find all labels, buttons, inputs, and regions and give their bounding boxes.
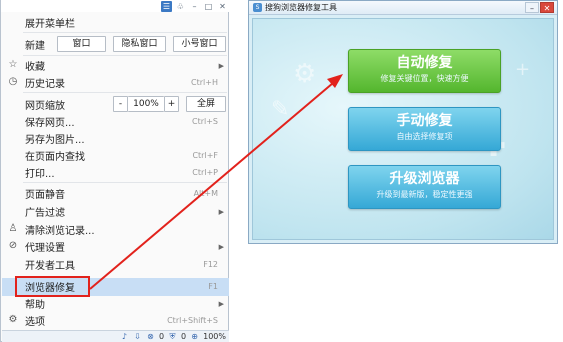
manual-repair-title: 手动修复: [396, 113, 453, 129]
clear-history-label: 清除浏览记录...: [25, 226, 95, 237]
new-label: 新建: [25, 40, 45, 52]
statusbar-zoom: 100%: [203, 332, 226, 341]
auto-repair-button[interactable]: 自动修复 修复关键位置，快速方便: [348, 49, 501, 93]
menu-item-print[interactable]: 打印... Ctrl+P: [1, 164, 230, 181]
shield-icon[interactable]: ⛨: [168, 332, 177, 341]
menu-item-find[interactable]: 在页面内查找 Ctrl+F: [1, 147, 230, 164]
menu-item-expand-menubar[interactable]: 展开菜单栏: [1, 14, 230, 31]
blocked-count: 0: [158, 332, 165, 341]
gear-icon: ⚙: [293, 59, 317, 89]
expand-menubar-label: 展开菜单栏: [25, 19, 75, 30]
star-icon: ☆: [8, 59, 18, 70]
submenu-arrow-icon: ▶: [218, 299, 224, 308]
menu-item-history[interactable]: ◷ 历史记录 Ctrl+H: [1, 74, 230, 91]
manual-repair-subtitle: 自由选择修复项: [396, 132, 453, 141]
options-label: 选项: [25, 317, 45, 328]
menu-item-mute[interactable]: 页面静音 Alt+M: [1, 185, 230, 202]
print-label: 打印...: [25, 169, 55, 180]
menu-divider: [23, 182, 227, 183]
help-label: 帮助: [25, 300, 45, 311]
maximize-icon[interactable]: □: [203, 1, 214, 12]
zoom-label: 网页缩放: [25, 100, 65, 112]
repair-tool-body: ⚙ ✎ ✚ + 自动修复 修复关键位置，快速方便 手动修复 自由选择修复项 升级…: [252, 18, 554, 240]
menu-item-options[interactable]: ⚙ 选项 Ctrl+Shift+S: [1, 312, 230, 329]
mute-shortcut: Alt+M: [193, 189, 218, 198]
zoom-out-button[interactable]: -: [113, 96, 128, 112]
menu-divider: [23, 92, 227, 93]
menu-topbar: ☰ ♧ – □ ✕: [1, 0, 230, 12]
skin-icon[interactable]: ♧: [175, 1, 186, 12]
zoom-value: 100%: [128, 96, 164, 112]
submenu-arrow-icon: ▶: [218, 61, 224, 70]
dev-tools-label: 开发者工具: [25, 261, 75, 272]
repair-tool-titlebar: S 搜狗浏览器修复工具 – ✕: [249, 1, 557, 15]
repair-tool-window: S 搜狗浏览器修复工具 – ✕ ⚙ ✎ ✚ + 自动修复 修复关键位置，快速方便…: [248, 0, 558, 244]
repair-tool-title: 搜狗浏览器修复工具: [265, 3, 337, 12]
options-shortcut: Ctrl+Shift+S: [167, 316, 218, 325]
ad-filter-label: 广告过滤: [25, 208, 65, 219]
zoom-in-button[interactable]: +: [164, 96, 179, 112]
print-shortcut: Ctrl+P: [192, 168, 218, 177]
mute-label: 页面静音: [25, 190, 65, 201]
zoom-icon[interactable]: ⊕: [190, 332, 199, 341]
ad-block-icon[interactable]: ⊗: [146, 332, 155, 341]
menu-divider: [23, 55, 227, 56]
auto-repair-subtitle: 修复关键位置，快速方便: [380, 74, 469, 83]
menu-item-save-as-image[interactable]: 另存为图片...: [1, 130, 230, 147]
app-icon: S: [253, 3, 262, 12]
broom-icon: ♙: [8, 223, 18, 234]
menu-divider: [23, 32, 227, 33]
history-label: 历史记录: [25, 79, 65, 90]
new-window-button[interactable]: 窗口: [57, 36, 106, 52]
menu-item-ad-filter[interactable]: 广告过滤 ▶: [1, 203, 230, 220]
save-page-shortcut: Ctrl+S: [191, 117, 218, 126]
menu-item-dev-tools[interactable]: 开发者工具 F12: [1, 256, 230, 273]
minimize-icon[interactable]: –: [189, 1, 200, 12]
dev-tools-shortcut: F12: [203, 260, 218, 269]
upgrade-title: 升级浏览器: [389, 171, 460, 187]
upgrade-subtitle: 升级到最新版，稳定性更强: [376, 190, 473, 199]
upgrade-browser-button[interactable]: 升级浏览器 升级到最新版，稳定性更强: [348, 165, 501, 209]
submenu-arrow-icon: ▶: [218, 242, 224, 251]
minimize-icon[interactable]: –: [525, 2, 539, 13]
link-icon: ⊘: [8, 240, 18, 251]
incognito-window-button[interactable]: 隐私窗口: [113, 36, 166, 52]
small-window-button[interactable]: 小号窗口: [173, 36, 226, 52]
clock-icon: ◷: [8, 76, 18, 87]
manual-repair-button[interactable]: 手动修复 自由选择修复项: [348, 107, 501, 151]
history-shortcut: Ctrl+H: [191, 78, 218, 87]
auto-repair-title: 自动修复: [396, 55, 453, 71]
wrench-icon: ✎: [271, 97, 290, 122]
speaker-icon[interactable]: ♪: [120, 332, 129, 341]
plus-icon: +: [515, 59, 531, 80]
fullscreen-button[interactable]: 全屏: [186, 96, 226, 112]
save-as-image-label: 另存为图片...: [25, 135, 85, 146]
menu-item-proxy[interactable]: ⊘ 代理设置 ▶: [1, 238, 230, 255]
find-label: 在页面内查找: [25, 152, 85, 163]
close-icon[interactable]: ✕: [217, 1, 228, 12]
favorites-label: 收藏: [25, 62, 45, 73]
submenu-arrow-icon: ▶: [218, 207, 224, 216]
close-icon[interactable]: ✕: [540, 2, 554, 13]
find-shortcut: Ctrl+F: [192, 151, 218, 160]
shield-count: 0: [181, 332, 187, 341]
topbar-icons: ☰ ♧ – □ ✕: [161, 0, 228, 12]
save-page-label: 保存网页...: [25, 118, 75, 129]
menu-item-save-page[interactable]: 保存网页... Ctrl+S: [1, 113, 230, 130]
gear-icon: ⚙: [8, 314, 18, 325]
proxy-label: 代理设置: [25, 243, 65, 254]
window-controls: – ✕: [525, 2, 554, 13]
download-icon[interactable]: ⇩: [133, 332, 142, 341]
menu-item-favorites[interactable]: ☆ 收藏 ▶: [1, 57, 230, 74]
menu-item-clear-history[interactable]: ♙ 清除浏览记录...: [1, 221, 230, 238]
status-bar: ♪ ⇩ ⊗ 0 ⛨ 0 ⊕ 100%: [2, 330, 229, 342]
annotation-highlight-box: [15, 276, 90, 297]
browser-repair-shortcut: F1: [208, 282, 218, 291]
menu-icon[interactable]: ☰: [161, 0, 172, 12]
menu-item-help[interactable]: 帮助 ▶: [1, 295, 230, 312]
